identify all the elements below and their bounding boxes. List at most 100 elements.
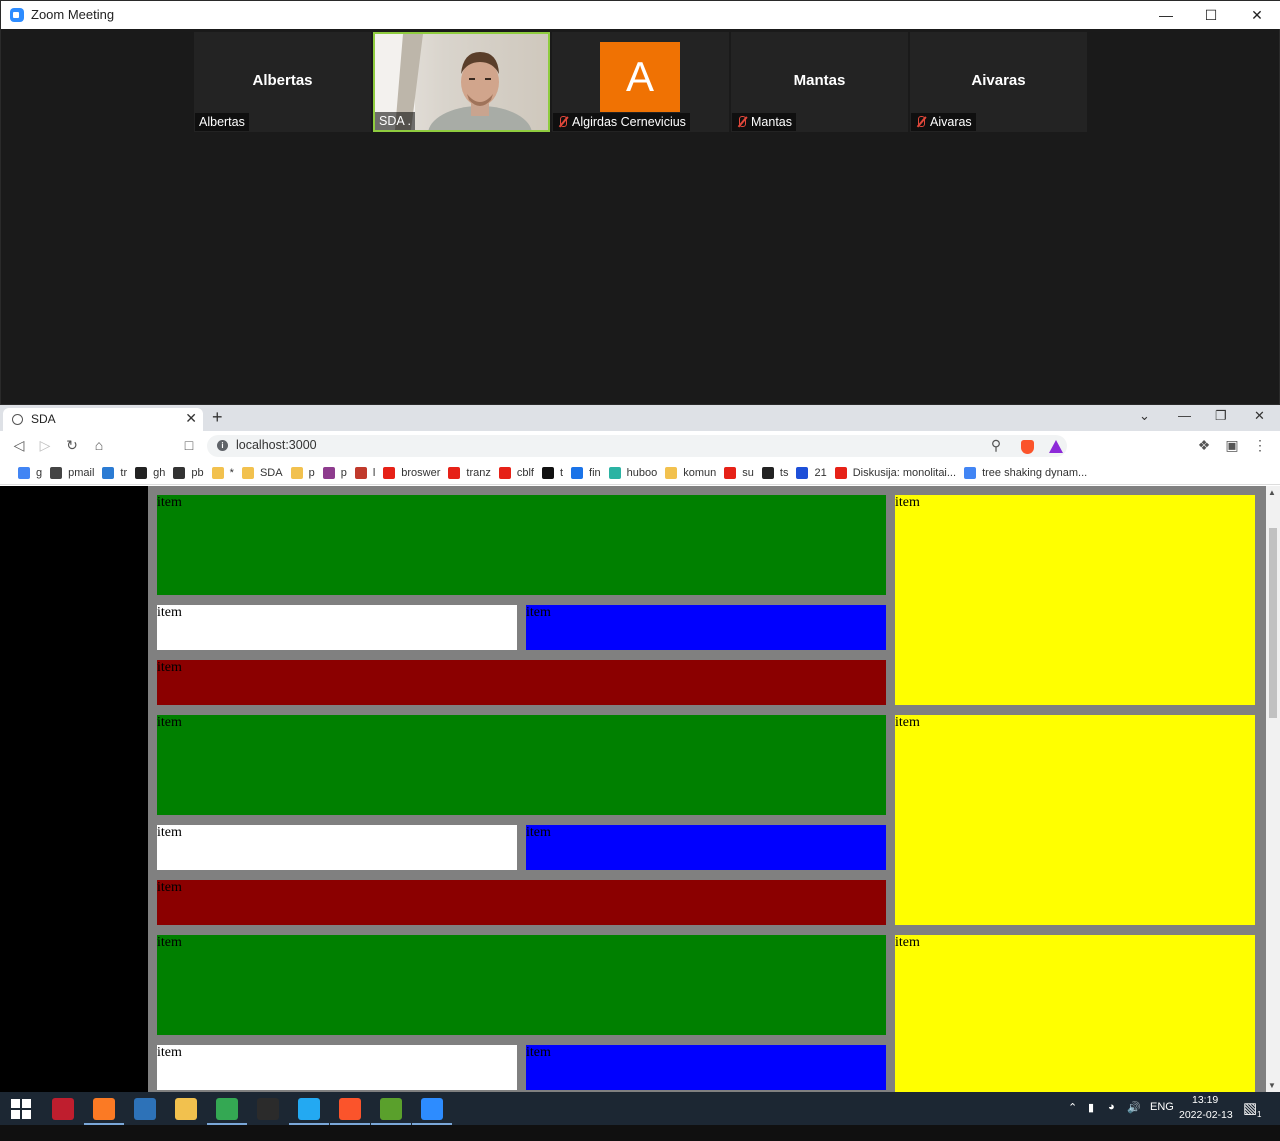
bookmark-item[interactable]: huboo [605,463,662,483]
bookmark-item[interactable]: p [319,463,351,483]
site-info-icon[interactable]: i [217,440,228,451]
bookmark-favicon-icon [354,466,367,479]
scrollbar-thumb[interactable] [1269,528,1277,718]
new-tab-button[interactable]: + [212,407,223,428]
extensions-icon[interactable]: ❖ [1195,437,1213,454]
brave-rewards-icon[interactable] [1049,440,1063,453]
back-icon[interactable]: ◁ [10,437,28,454]
bookmark-favicon-icon [50,466,63,479]
bookmark-item[interactable]: 21 [792,463,830,483]
vscode-icon[interactable] [298,1098,320,1120]
participant-label-text: Albertas [199,115,245,129]
tab-close-icon[interactable]: ✕ [185,410,197,427]
participant-label: Mantas [732,113,796,131]
battery-icon[interactable]: ▮ [1088,1101,1094,1114]
brave-shields-icon[interactable] [1021,440,1034,454]
tab-sda[interactable]: SDA ✕ [3,408,203,431]
bookmark-item[interactable]: broswer [379,463,444,483]
windows-start-icon[interactable] [11,1099,31,1119]
participant-tile[interactable]: Albertas Albertas [194,32,371,132]
minimize-icon[interactable]: — [1178,408,1191,423]
bookmark-item[interactable]: * [208,463,238,483]
zoom-app-icon [10,8,24,22]
item-text: item [526,1045,551,1060]
zoom-icon[interactable] [421,1098,443,1120]
bookmark-item[interactable]: cblf [495,463,538,483]
bookmark-label: su [742,466,754,479]
page-scrollbar[interactable]: ▲ ▼ [1266,486,1280,1092]
bookmark-item[interactable]: komun [661,463,720,483]
volume-icon[interactable]: 🔊 [1127,1101,1141,1114]
forward-icon[interactable]: ▷ [36,437,54,454]
item-text: item [895,495,920,510]
photos-icon[interactable] [380,1098,402,1120]
bookmark-item[interactable]: l [351,463,379,483]
wallet-icon[interactable]: ▣ [1223,437,1241,454]
scroll-down-arrow-icon[interactable]: ▼ [1268,1081,1276,1090]
bookmark-icon[interactable]: □ [180,437,198,453]
bookmark-favicon-icon [290,466,303,479]
bookmark-item[interactable]: gh [131,463,169,483]
menu-icon[interactable]: ⋮ [1251,437,1269,454]
item-text: item [895,935,920,950]
browser-window: SDA ✕ + ⌄ — ❐ ✕ ◁ ▷ ↻ ⌂ □ i localhost:30… [0,405,1280,1092]
white-item: item [157,825,517,870]
scroll-up-arrow-icon[interactable]: ▲ [1268,488,1276,497]
bookmark-item[interactable]: Diskusija: monolitai... [831,463,960,483]
bookmark-item[interactable]: p [287,463,319,483]
close-icon[interactable]: ✕ [1254,408,1265,424]
address-bar[interactable]: i localhost:3000 ⚲ [207,435,1067,457]
bookmark-favicon-icon [498,466,511,479]
participant-label: SDA . [375,112,415,130]
bookmark-item[interactable]: tree shaking dynam... [960,463,1091,483]
bookmark-item[interactable]: t [538,463,567,483]
item-text: item [526,605,551,620]
clock-date[interactable]: 2022-02-13 [1179,1109,1233,1121]
brave-icon[interactable] [339,1098,361,1120]
item-text: item [895,715,920,730]
terminal-icon[interactable] [257,1098,279,1120]
bookmark-item[interactable]: tr [98,463,131,483]
file-explorer-icon[interactable] [175,1098,197,1120]
bookmark-favicon-icon [665,466,678,479]
language-indicator[interactable]: ENG [1150,1101,1174,1113]
filezilla-icon[interactable] [52,1098,74,1120]
participant-video-tile[interactable]: SDA . [373,32,550,132]
thunderbird-icon[interactable] [134,1098,156,1120]
participant-tile[interactable]: A Algirdas Cernevicius [552,32,729,132]
clock-time[interactable]: 13:19 [1192,1094,1218,1106]
zoom-magnifier-icon[interactable]: ⚲ [987,437,1005,454]
tab-search-chevron-icon[interactable]: ⌄ [1139,408,1150,424]
xampp-icon[interactable] [93,1098,115,1120]
bookmark-favicon-icon [834,466,847,479]
tray-chevron-icon[interactable]: ⌃ [1068,1101,1077,1114]
bookmark-item[interactable]: pmail [46,463,98,483]
participant-tile[interactable]: Mantas Mantas [731,32,908,132]
notifications-icon[interactable]: ▧ [1243,1099,1257,1117]
participant-label-text: SDA . [379,114,411,128]
bookmark-item[interactable]: SDA [238,463,287,483]
close-icon[interactable]: ✕ [1234,1,1280,29]
bookmark-label: fin [589,466,601,479]
home-icon[interactable]: ⌂ [90,437,108,453]
bookmark-item[interactable]: ts [758,463,793,483]
chrome-icon[interactable] [216,1098,238,1120]
bookmark-item[interactable]: tranz [444,463,494,483]
bookmark-item[interactable]: g [14,463,46,483]
bookmark-item[interactable]: su [720,463,758,483]
yellow-item: item [895,495,1255,705]
item-text: item [157,495,182,510]
red-item: item [157,660,886,705]
reload-icon[interactable]: ↻ [63,437,81,454]
restore-icon[interactable]: ❐ [1215,408,1227,424]
participant-tile[interactable]: Aivaras Aivaras [910,32,1087,132]
bookmark-item[interactable]: pb [169,463,207,483]
maximize-icon[interactable]: ☐ [1188,1,1234,29]
bookmark-favicon-icon [964,466,977,479]
network-icon[interactable]: ◕ [1108,1101,1115,1113]
muted-mic-icon [736,115,748,129]
minimize-icon[interactable]: — [1143,1,1189,29]
bookmark-label: tranz [466,466,491,479]
bookmark-favicon-icon [571,466,584,479]
bookmark-item[interactable]: fin [567,463,605,483]
